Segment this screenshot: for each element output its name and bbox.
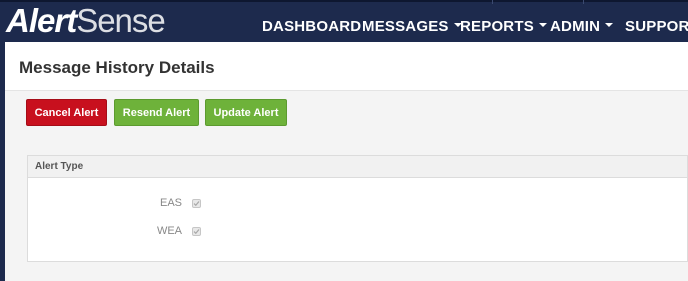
page-title: Message History Details xyxy=(19,58,215,77)
alertsense-logo[interactable]: AlertSense xyxy=(6,2,166,39)
resend-alert-button[interactable]: Resend Alert xyxy=(114,99,199,126)
logo-text-alert: Alert xyxy=(6,2,77,39)
nav-item-label: ADMIN xyxy=(550,18,601,35)
nav-item-support[interactable]: SUPPORT xyxy=(625,0,688,42)
nav-item-messages[interactable]: MESSAGES xyxy=(362,0,462,42)
wea-checkbox[interactable] xyxy=(192,227,201,236)
nav-item-reports[interactable]: REPORTS xyxy=(460,0,547,42)
panel-title: Alert Type xyxy=(35,161,84,172)
update-alert-button[interactable]: Update Alert xyxy=(205,99,287,126)
main-content: Message History Details Cancel Alert Res… xyxy=(5,42,688,281)
option-label-eas: EAS xyxy=(159,197,182,209)
cancel-alert-button[interactable]: Cancel Alert xyxy=(26,99,107,126)
eas-checkbox[interactable] xyxy=(192,199,201,208)
caret-down-icon xyxy=(538,23,547,28)
nav-item-label: SUPPORT xyxy=(625,18,688,35)
logo-text-sense: Sense xyxy=(76,2,166,39)
option-label-wea: WEA xyxy=(156,225,182,237)
checkmark-icon xyxy=(193,229,200,235)
nav-item-admin[interactable]: ADMIN xyxy=(550,0,614,42)
panel-heading: Alert Type xyxy=(28,156,687,178)
top-navbar: AlertSense DASHBOARD MESSAGES REPORTS AD… xyxy=(0,0,688,42)
nav-item-label: REPORTS xyxy=(460,18,534,35)
alert-type-panel: Alert Type EAS WEA xyxy=(27,155,688,262)
caret-down-icon xyxy=(605,23,614,28)
checkmark-icon xyxy=(193,201,200,207)
page-header: Message History Details xyxy=(5,42,688,91)
nav-item-label: MESSAGES xyxy=(362,18,449,35)
nav-item-dashboard[interactable]: DASHBOARD xyxy=(262,0,361,42)
nav-item-label: DASHBOARD xyxy=(262,18,362,35)
